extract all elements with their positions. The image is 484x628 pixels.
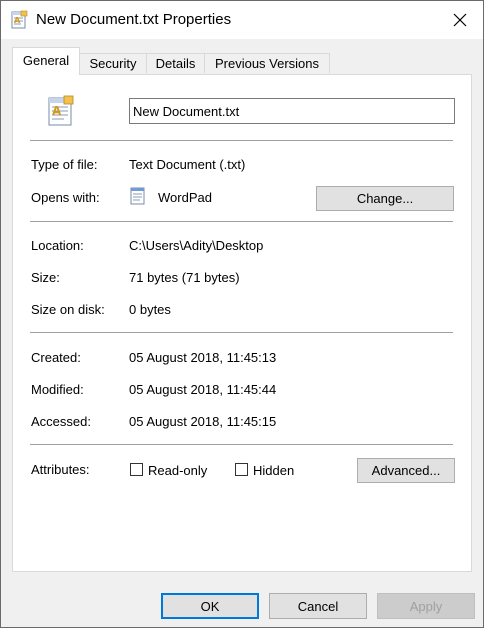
window-title: New Document.txt Properties: [36, 11, 232, 28]
type-of-file-label: Type of file:: [31, 157, 98, 172]
divider: [30, 332, 453, 333]
apply-button[interactable]: Apply: [377, 593, 475, 619]
tab-general[interactable]: General: [12, 47, 80, 75]
accessed-value: 05 August 2018, 11:45:15: [129, 414, 277, 429]
close-button[interactable]: [437, 1, 483, 39]
accessed-label: Accessed:: [31, 414, 91, 429]
attributes-label: Attributes:: [31, 462, 90, 477]
text-document-icon: A: [11, 10, 28, 29]
change-button[interactable]: Change...: [316, 186, 454, 211]
size-label: Size:: [31, 270, 60, 285]
svg-text:A: A: [14, 16, 21, 25]
created-label: Created:: [31, 350, 81, 365]
size-on-disk-label: Size on disk:: [31, 302, 105, 317]
type-of-file-value: Text Document (.txt): [129, 157, 246, 172]
size-on-disk-value: 0 bytes: [129, 302, 171, 317]
svg-text:A: A: [52, 104, 62, 118]
modified-value: 05 August 2018, 11:45:44: [129, 382, 277, 397]
title-bar[interactable]: A New Document.txt Properties: [1, 1, 483, 39]
divider: [30, 140, 453, 141]
file-name-field[interactable]: [129, 98, 455, 124]
created-value: 05 August 2018, 11:45:13: [129, 350, 277, 365]
advanced-button[interactable]: Advanced...: [357, 458, 455, 483]
read-only-checkbox[interactable]: [130, 463, 143, 476]
wordpad-icon: [130, 187, 145, 205]
hidden-label[interactable]: Hidden: [253, 463, 294, 478]
opens-with-value: WordPad: [158, 190, 212, 205]
cancel-button[interactable]: Cancel: [269, 593, 367, 619]
divider: [30, 221, 453, 222]
text-document-icon: A: [48, 95, 74, 126]
location-value: C:\Users\Adity\Desktop: [129, 238, 264, 253]
divider: [30, 444, 453, 445]
read-only-label[interactable]: Read-only: [148, 463, 207, 478]
location-label: Location:: [31, 238, 84, 253]
properties-window: A New Document.txt Properties General Se…: [0, 0, 484, 628]
opens-with-label: Opens with:: [31, 190, 100, 205]
tab-details[interactable]: Details: [146, 53, 205, 73]
general-tab-panel: A Type of file: Text Document (.txt) Ope…: [12, 74, 472, 572]
tab-security[interactable]: Security: [79, 53, 147, 73]
close-icon: [453, 13, 467, 27]
modified-label: Modified:: [31, 382, 84, 397]
ok-button[interactable]: OK: [161, 593, 259, 619]
hidden-checkbox[interactable]: [235, 463, 248, 476]
tab-previous-versions[interactable]: Previous Versions: [204, 53, 330, 73]
size-value: 71 bytes (71 bytes): [129, 270, 240, 285]
